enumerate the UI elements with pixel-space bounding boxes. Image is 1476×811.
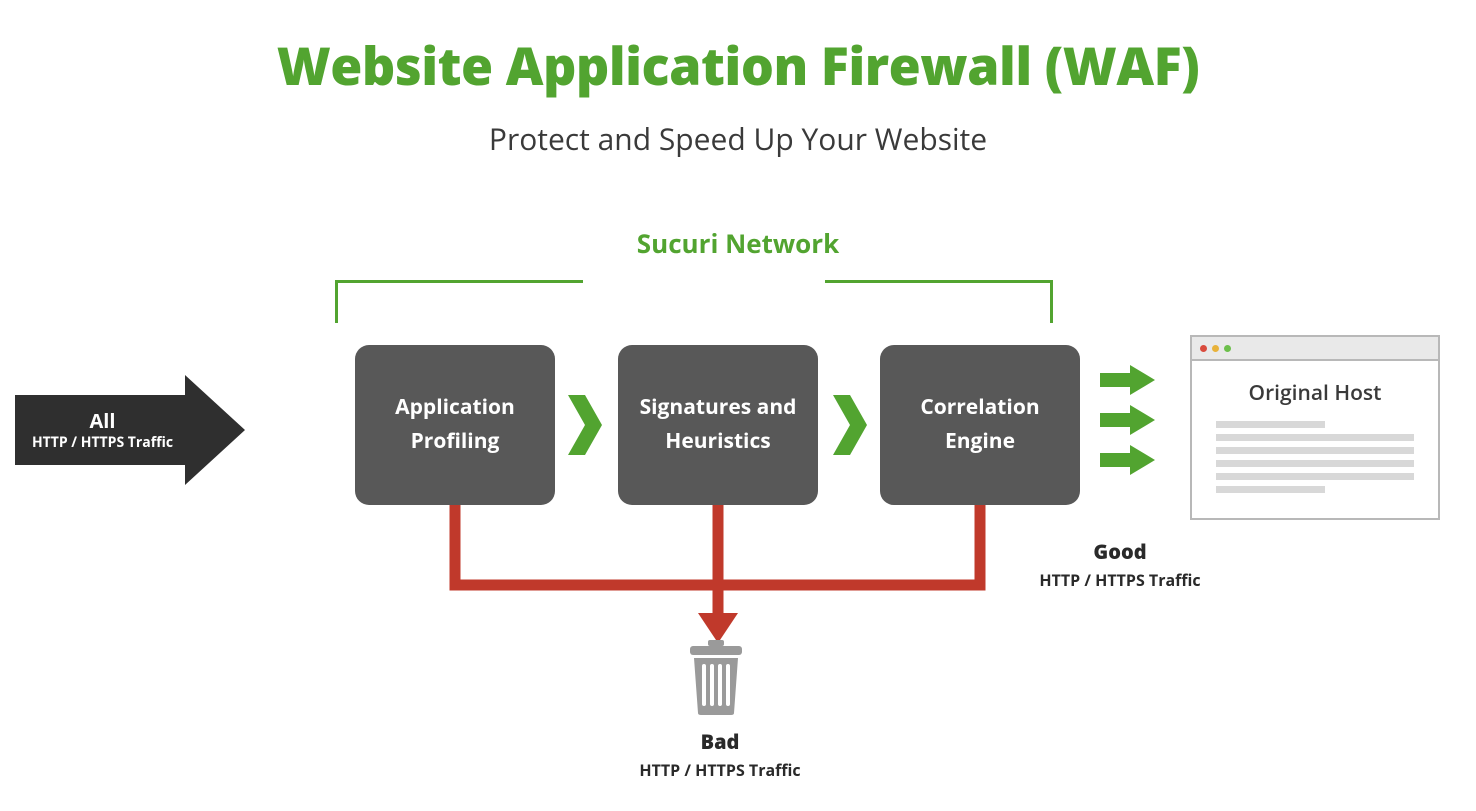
- node-label: Signatures and Heuristics: [626, 391, 810, 458]
- arrow-right-icon: [1100, 405, 1155, 435]
- bracket-left: [335, 280, 583, 323]
- good-line1: Good: [1020, 538, 1220, 565]
- bad-traffic-label: Bad HTTP / HTTPS Traffic: [560, 728, 880, 781]
- input-arrow-line1: All: [89, 408, 115, 434]
- placeholder-line: [1216, 434, 1414, 441]
- browser-titlebar: [1192, 337, 1438, 361]
- bad-line2: HTTP / HTTPS Traffic: [560, 759, 880, 781]
- trash-icon: [684, 640, 748, 715]
- good-line2: HTTP / HTTPS Traffic: [1020, 569, 1220, 591]
- output-arrows: [1100, 365, 1155, 475]
- bad-traffic-flow: [440, 505, 1000, 645]
- arrow-right-icon: [1100, 445, 1155, 475]
- network-label: Sucuri Network: [0, 225, 1476, 261]
- window-max-dot: [1224, 345, 1231, 352]
- chevron-icon: [830, 395, 870, 455]
- placeholder-line: [1216, 486, 1325, 493]
- placeholder-line: [1216, 473, 1414, 480]
- window-close-dot: [1200, 345, 1207, 352]
- original-host-label: Original Host: [1216, 379, 1414, 407]
- arrow-right-icon: [1100, 365, 1155, 395]
- input-arrow-line2: HTTP / HTTPS Traffic: [32, 434, 173, 452]
- bracket-right: [825, 280, 1053, 323]
- node-correlation-engine: Correlation Engine: [880, 345, 1080, 505]
- good-traffic-label: Good HTTP / HTTPS Traffic: [1020, 538, 1220, 591]
- input-arrow: All HTTP / HTTPS Traffic: [15, 375, 245, 485]
- diagram-title: Website Application Firewall (WAF): [0, 30, 1476, 101]
- node-label: Correlation Engine: [888, 391, 1072, 458]
- placeholder-line: [1216, 421, 1325, 428]
- placeholder-line: [1216, 447, 1414, 454]
- node-label: Application Profiling: [363, 391, 547, 458]
- window-min-dot: [1212, 345, 1219, 352]
- node-application-profiling: Application Profiling: [355, 345, 555, 505]
- chevron-icon: [565, 395, 605, 455]
- bad-line1: Bad: [560, 728, 880, 755]
- node-signatures-heuristics: Signatures and Heuristics: [618, 345, 818, 505]
- diagram-subtitle: Protect and Speed Up Your Website: [0, 118, 1476, 159]
- original-host-window: Original Host: [1190, 335, 1440, 520]
- placeholder-line: [1216, 460, 1414, 467]
